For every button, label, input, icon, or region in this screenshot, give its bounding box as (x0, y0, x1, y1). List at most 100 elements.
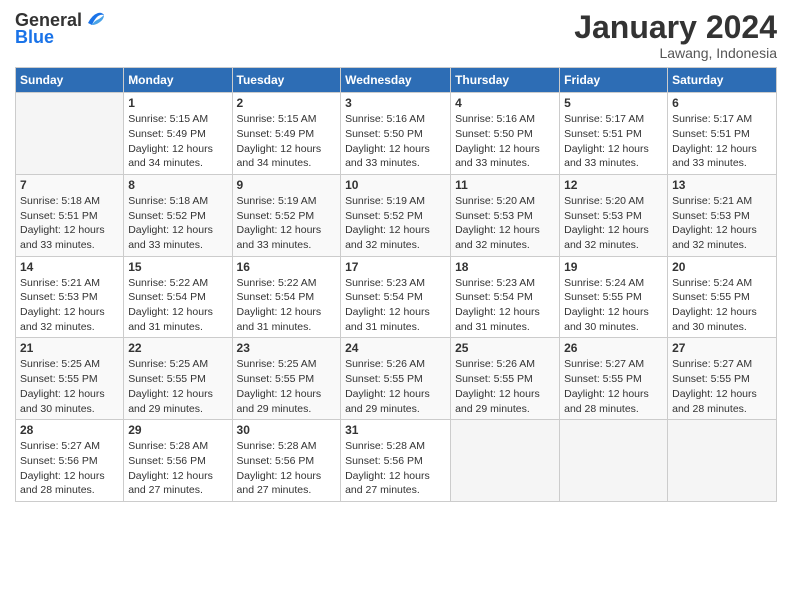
day-info: Sunrise: 5:17 AMSunset: 5:51 PMDaylight:… (564, 112, 663, 171)
logo: General Blue (15, 10, 106, 48)
day-info: Sunrise: 5:26 AMSunset: 5:55 PMDaylight:… (345, 357, 446, 416)
weekday-header-tuesday: Tuesday (232, 68, 341, 93)
weekday-header-friday: Friday (560, 68, 668, 93)
day-info: Sunrise: 5:15 AMSunset: 5:49 PMDaylight:… (128, 112, 227, 171)
calendar-cell: 15 Sunrise: 5:22 AMSunset: 5:54 PMDayligh… (124, 256, 232, 338)
calendar-cell: 21Sunrise: 5:25 AMSunset: 5:55 PMDayligh… (16, 338, 124, 420)
calendar-cell: 25Sunrise: 5:26 AMSunset: 5:55 PMDayligh… (451, 338, 560, 420)
day-number: 20 (672, 260, 772, 274)
calendar-cell: 27Sunrise: 5:27 AMSunset: 5:55 PMDayligh… (668, 338, 777, 420)
calendar-cell: 3 Sunrise: 5:16 AMSunset: 5:50 PMDaylight… (341, 93, 451, 175)
title-block: January 2024 Lawang, Indonesia (574, 10, 777, 61)
page-container: General Blue January 2024 Lawang, Indone… (0, 0, 792, 512)
day-info: Sunrise: 5:22 AMSunset: 5:54 PMDaylight:… (128, 276, 227, 335)
day-info: Sunrise: 5:23 AMSunset: 5:54 PMDaylight:… (455, 276, 555, 335)
calendar-cell (668, 420, 777, 502)
day-info: Sunrise: 5:27 AMSunset: 5:55 PMDaylight:… (564, 357, 663, 416)
day-info: Sunrise: 5:18 AMSunset: 5:51 PMDaylight:… (20, 194, 119, 253)
calendar-cell: 18 Sunrise: 5:23 AMSunset: 5:54 PMDayligh… (451, 256, 560, 338)
logo-bird-icon (84, 11, 106, 29)
day-number: 11 (455, 178, 555, 192)
day-number: 2 (237, 96, 337, 110)
day-number: 28 (20, 423, 119, 437)
day-number: 19 (564, 260, 663, 274)
day-number: 24 (345, 341, 446, 355)
weekday-header-thursday: Thursday (451, 68, 560, 93)
calendar-cell: 1Sunrise: 5:15 AMSunset: 5:49 PMDaylight… (124, 93, 232, 175)
day-info: Sunrise: 5:28 AMSunset: 5:56 PMDaylight:… (128, 439, 227, 498)
day-number: 18 (455, 260, 555, 274)
day-number: 29 (128, 423, 227, 437)
day-number: 30 (237, 423, 337, 437)
day-number: 15 (128, 260, 227, 274)
day-info: Sunrise: 5:24 AMSunset: 5:55 PMDaylight:… (564, 276, 663, 335)
calendar-cell: 10 Sunrise: 5:19 AMSunset: 5:52 PMDayligh… (341, 174, 451, 256)
calendar-cell: 5 Sunrise: 5:17 AMSunset: 5:51 PMDaylight… (560, 93, 668, 175)
calendar-cell: 2 Sunrise: 5:15 AMSunset: 5:49 PMDaylight… (232, 93, 341, 175)
calendar-cell: 23 Sunrise: 5:25 AMSunset: 5:55 PMDayligh… (232, 338, 341, 420)
calendar-cell: 11 Sunrise: 5:20 AMSunset: 5:53 PMDayligh… (451, 174, 560, 256)
day-number: 5 (564, 96, 663, 110)
calendar-cell (451, 420, 560, 502)
calendar-cell: 26 Sunrise: 5:27 AMSunset: 5:55 PMDayligh… (560, 338, 668, 420)
calendar-cell: 24 Sunrise: 5:26 AMSunset: 5:55 PMDayligh… (341, 338, 451, 420)
calendar-cell (16, 93, 124, 175)
day-info: Sunrise: 5:25 AMSunset: 5:55 PMDaylight:… (128, 357, 227, 416)
day-number: 26 (564, 341, 663, 355)
day-info: Sunrise: 5:17 AMSunset: 5:51 PMDaylight:… (672, 112, 772, 171)
day-number: 9 (237, 178, 337, 192)
calendar-cell: 22 Sunrise: 5:25 AMSunset: 5:55 PMDayligh… (124, 338, 232, 420)
day-info: Sunrise: 5:21 AMSunset: 5:53 PMDaylight:… (672, 194, 772, 253)
header: General Blue January 2024 Lawang, Indone… (15, 10, 777, 61)
day-number: 3 (345, 96, 446, 110)
calendar-cell: 8Sunrise: 5:18 AMSunset: 5:52 PMDaylight… (124, 174, 232, 256)
calendar-week-2: 7 Sunrise: 5:18 AMSunset: 5:51 PMDaylight… (16, 174, 777, 256)
day-number: 8 (128, 178, 227, 192)
day-info: Sunrise: 5:19 AMSunset: 5:52 PMDaylight:… (345, 194, 446, 253)
day-info: Sunrise: 5:26 AMSunset: 5:55 PMDaylight:… (455, 357, 555, 416)
location: Lawang, Indonesia (574, 45, 777, 61)
weekday-header-wednesday: Wednesday (341, 68, 451, 93)
day-info: Sunrise: 5:16 AMSunset: 5:50 PMDaylight:… (345, 112, 446, 171)
calendar-cell: 13 Sunrise: 5:21 AMSunset: 5:53 PMDayligh… (668, 174, 777, 256)
calendar-cell: 12Sunrise: 5:20 AMSunset: 5:53 PMDayligh… (560, 174, 668, 256)
calendar-cell: 4Sunrise: 5:16 AMSunset: 5:50 PMDaylight… (451, 93, 560, 175)
day-info: Sunrise: 5:25 AMSunset: 5:55 PMDaylight:… (237, 357, 337, 416)
day-info: Sunrise: 5:21 AMSunset: 5:53 PMDaylight:… (20, 276, 119, 335)
day-number: 14 (20, 260, 119, 274)
calendar-cell: 20 Sunrise: 5:24 AMSunset: 5:55 PMDayligh… (668, 256, 777, 338)
day-number: 13 (672, 178, 772, 192)
month-title: January 2024 (574, 10, 777, 45)
calendar-cell: 19 Sunrise: 5:24 AMSunset: 5:55 PMDayligh… (560, 256, 668, 338)
day-info: Sunrise: 5:27 AMSunset: 5:56 PMDaylight:… (20, 439, 119, 498)
day-number: 31 (345, 423, 446, 437)
day-number: 10 (345, 178, 446, 192)
day-info: Sunrise: 5:19 AMSunset: 5:52 PMDaylight:… (237, 194, 337, 253)
calendar-cell: 29 Sunrise: 5:28 AMSunset: 5:56 PMDayligh… (124, 420, 232, 502)
day-number: 22 (128, 341, 227, 355)
day-info: Sunrise: 5:24 AMSunset: 5:55 PMDaylight:… (672, 276, 772, 335)
calendar-header-row: SundayMondayTuesdayWednesdayThursdayFrid… (16, 68, 777, 93)
day-info: Sunrise: 5:28 AMSunset: 5:56 PMDaylight:… (345, 439, 446, 498)
day-info: Sunrise: 5:15 AMSunset: 5:49 PMDaylight:… (237, 112, 337, 171)
day-info: Sunrise: 5:22 AMSunset: 5:54 PMDaylight:… (237, 276, 337, 335)
day-number: 27 (672, 341, 772, 355)
day-number: 23 (237, 341, 337, 355)
weekday-header-saturday: Saturday (668, 68, 777, 93)
weekday-header-sunday: Sunday (16, 68, 124, 93)
day-info: Sunrise: 5:16 AMSunset: 5:50 PMDaylight:… (455, 112, 555, 171)
calendar-table: SundayMondayTuesdayWednesdayThursdayFrid… (15, 67, 777, 502)
calendar-week-1: 1Sunrise: 5:15 AMSunset: 5:49 PMDaylight… (16, 93, 777, 175)
day-number: 6 (672, 96, 772, 110)
calendar-cell: 9 Sunrise: 5:19 AMSunset: 5:52 PMDaylight… (232, 174, 341, 256)
day-info: Sunrise: 5:28 AMSunset: 5:56 PMDaylight:… (237, 439, 337, 498)
calendar-cell: 31 Sunrise: 5:28 AMSunset: 5:56 PMDayligh… (341, 420, 451, 502)
day-info: Sunrise: 5:20 AMSunset: 5:53 PMDaylight:… (564, 194, 663, 253)
day-info: Sunrise: 5:23 AMSunset: 5:54 PMDaylight:… (345, 276, 446, 335)
calendar-cell: 30 Sunrise: 5:28 AMSunset: 5:56 PMDayligh… (232, 420, 341, 502)
day-info: Sunrise: 5:20 AMSunset: 5:53 PMDaylight:… (455, 194, 555, 253)
calendar-body: 1Sunrise: 5:15 AMSunset: 5:49 PMDaylight… (16, 93, 777, 502)
calendar-cell (560, 420, 668, 502)
calendar-cell: 7 Sunrise: 5:18 AMSunset: 5:51 PMDaylight… (16, 174, 124, 256)
day-number: 7 (20, 178, 119, 192)
